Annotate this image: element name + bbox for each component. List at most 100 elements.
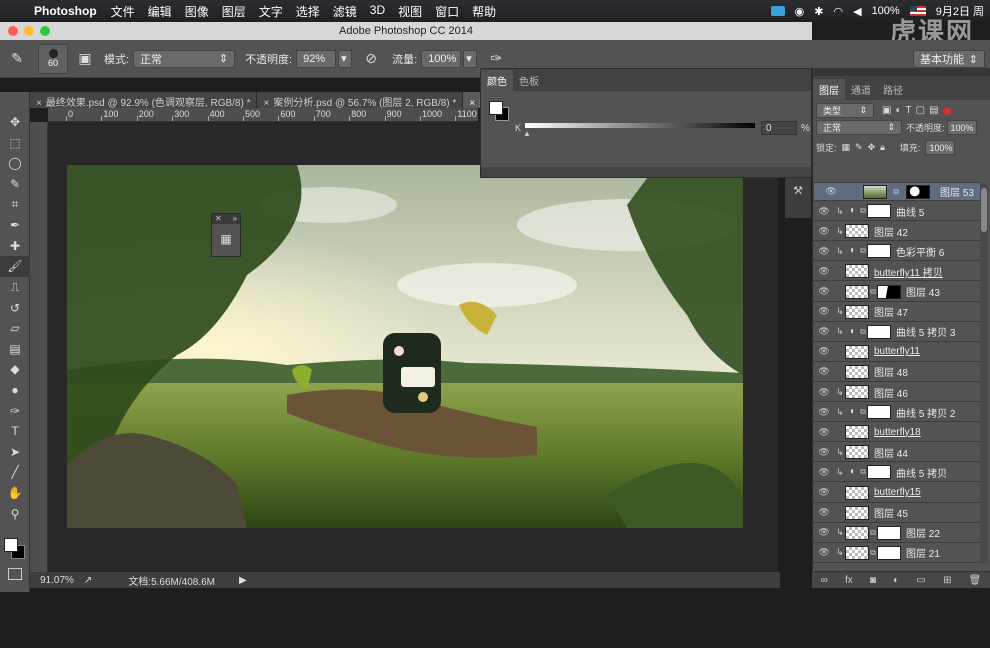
pressure-opacity-icon[interactable]: ⊘ bbox=[360, 48, 382, 70]
layer-row[interactable]: 👁︎ butterfly18 bbox=[813, 423, 981, 443]
layer-row[interactable]: 👁︎ ↳ ⧉ 图层 21 bbox=[813, 544, 981, 563]
mask-link-icon[interactable]: ⧉ bbox=[892, 187, 900, 197]
adjustment-filter-icon[interactable]: ◐ bbox=[895, 105, 901, 116]
layer-row[interactable]: 👁︎ 图层 45 bbox=[813, 504, 981, 523]
visibility-eye-icon[interactable]: 👁︎ bbox=[813, 487, 835, 498]
link-layers-icon[interactable]: ∞ bbox=[821, 575, 828, 586]
eraser-icon[interactable]: ▱ bbox=[0, 318, 30, 339]
color-panel-tab[interactable]: 颜色 bbox=[481, 70, 513, 91]
layer-thumbnail[interactable] bbox=[845, 545, 869, 560]
visibility-eye-icon[interactable]: 👁︎ bbox=[813, 346, 835, 357]
filter-toggle-icon[interactable] bbox=[942, 106, 951, 115]
layer-opacity-input[interactable]: 100% bbox=[946, 120, 977, 135]
lock-transparency-icon[interactable]: ▦ bbox=[842, 142, 851, 153]
flow-input[interactable]: 100% bbox=[421, 49, 462, 68]
layers-scrollbar-thumb[interactable] bbox=[981, 188, 987, 232]
healing-icon[interactable]: ✚ bbox=[0, 236, 30, 257]
share-icon[interactable]: ↗ bbox=[84, 575, 92, 586]
mask-link-icon[interactable]: ⧉ bbox=[869, 287, 877, 297]
layer-name[interactable]: butterfly11 拷贝 bbox=[874, 264, 943, 279]
layer-row[interactable]: 👁︎ 图层 48 bbox=[813, 363, 981, 382]
flow-dropdown[interactable]: ▾ bbox=[463, 49, 478, 68]
layer-name[interactable]: 图层 22 bbox=[906, 525, 940, 540]
canvas-area[interactable] bbox=[48, 122, 778, 572]
opacity-dropdown[interactable]: ▾ bbox=[338, 49, 353, 68]
layer-row[interactable]: 👁︎ ⧉ 图层 43 bbox=[813, 283, 981, 302]
type-filter-icon[interactable]: T bbox=[906, 105, 912, 116]
k-slider[interactable] bbox=[525, 123, 755, 128]
brush-preset-icon[interactable]: ✎ bbox=[6, 48, 28, 70]
layer-thumbnail[interactable] bbox=[862, 184, 887, 199]
visibility-eye-icon[interactable]: 👁︎ bbox=[813, 246, 835, 257]
adjustment-layer-icon[interactable]: ◐ bbox=[847, 205, 859, 217]
foreground-color-swatch[interactable] bbox=[4, 538, 18, 552]
layer-mask-thumbnail[interactable] bbox=[867, 405, 891, 420]
visibility-eye-icon[interactable]: 👁︎ bbox=[813, 507, 835, 518]
quick-mask-icon[interactable] bbox=[8, 568, 22, 580]
layer-mask-thumbnail[interactable] bbox=[867, 204, 891, 219]
smart-object-thumbnail[interactable] bbox=[845, 485, 869, 500]
type-icon[interactable]: T bbox=[0, 421, 30, 442]
creative-cloud-icon[interactable]: ◉ bbox=[795, 5, 805, 18]
eyedropper-icon[interactable]: ✒ bbox=[0, 215, 30, 236]
layer-name[interactable]: 图层 47 bbox=[874, 304, 908, 319]
layer-row[interactable]: 👁︎ ↳ ◐ ⧉ 曲线 5 拷贝 2 bbox=[813, 403, 981, 423]
menu-item[interactable]: 窗口 bbox=[435, 3, 459, 20]
layer-name[interactable]: 图层 48 bbox=[874, 364, 908, 379]
layer-mask-thumbnail[interactable] bbox=[877, 525, 901, 540]
blend-mode-select[interactable]: 正常 ⇕ bbox=[816, 120, 902, 135]
layer-row[interactable]: 👁︎ butterfly11 bbox=[813, 343, 981, 362]
layer-name[interactable]: butterfly11 bbox=[874, 346, 920, 357]
gradient-icon[interactable]: ▤ bbox=[0, 339, 30, 360]
mask-link-icon[interactable]: ⧉ bbox=[859, 246, 867, 256]
layer-thumbnail[interactable] bbox=[845, 284, 869, 299]
mask-link-icon[interactable]: ⧉ bbox=[859, 206, 867, 216]
layer-row[interactable]: 👁︎ ↳ 图层 44 bbox=[813, 443, 981, 463]
visibility-eye-icon[interactable]: 👁︎ bbox=[813, 366, 835, 377]
layer-filter-select[interactable]: 类型 ⇕ bbox=[816, 103, 874, 118]
layer-thumbnail[interactable] bbox=[845, 505, 869, 520]
visibility-eye-icon[interactable]: 👁︎ bbox=[813, 206, 835, 217]
layer-name[interactable]: 图层 44 bbox=[874, 445, 908, 460]
layer-row[interactable]: 👁︎ ↳ ◐ ⧉ 曲线 5 bbox=[813, 202, 981, 222]
brush-settings-icon[interactable]: ⚒ bbox=[785, 178, 811, 197]
document-tab[interactable]: × 案例分析.psd @ 56.7% (图层 2, RGB/8) * bbox=[257, 92, 464, 109]
smart-object-thumbnail[interactable] bbox=[845, 344, 869, 359]
k-value-input[interactable]: 0 bbox=[761, 121, 797, 135]
zoom-level[interactable]: 91.07% bbox=[40, 575, 74, 586]
layer-name[interactable]: 图层 43 bbox=[906, 284, 940, 299]
brush-panel-icon[interactable]: ▣ bbox=[74, 48, 96, 70]
layer-thumbnail[interactable] bbox=[845, 445, 869, 460]
menu-item[interactable]: 3D bbox=[370, 3, 385, 20]
layer-name[interactable]: 曲线 5 拷贝 bbox=[896, 465, 947, 480]
opacity-input[interactable]: 92% bbox=[296, 49, 337, 68]
layer-mask-thumbnail[interactable] bbox=[877, 545, 901, 560]
shape-icon[interactable]: ╱ bbox=[0, 462, 30, 483]
lock-pixels-icon[interactable]: ✎ bbox=[855, 142, 863, 153]
clone-source-icon[interactable]: ▦ bbox=[212, 224, 240, 246]
layer-row[interactable]: 👁︎ ⧉ 图层 53 bbox=[813, 182, 981, 201]
shape-filter-icon[interactable]: ▢ bbox=[916, 105, 925, 116]
visibility-eye-icon[interactable]: 👁︎ bbox=[813, 527, 835, 538]
layer-name[interactable]: butterfly18 bbox=[874, 427, 921, 438]
close-tab-icon[interactable]: × bbox=[36, 98, 42, 109]
layer-row[interactable]: 👁︎ ↳ 图层 42 bbox=[813, 222, 981, 242]
visibility-eye-icon[interactable]: 👁︎ bbox=[813, 407, 835, 418]
layer-name[interactable]: 曲线 5 拷贝 2 bbox=[896, 405, 955, 420]
visibility-eye-icon[interactable]: 👁︎ bbox=[813, 547, 835, 558]
visibility-eye-icon[interactable]: 👁︎ bbox=[813, 447, 835, 458]
lasso-icon[interactable]: ◯ bbox=[0, 153, 30, 174]
delete-layer-icon[interactable]: 🗑︎ bbox=[969, 575, 982, 586]
wifi-icon[interactable]: ◠ bbox=[833, 5, 843, 18]
layer-thumbnail[interactable] bbox=[845, 224, 869, 239]
visibility-eye-icon[interactable]: 👁︎ bbox=[813, 467, 835, 478]
status-menu-arrow-icon[interactable]: ▶ bbox=[239, 575, 247, 586]
dodge-icon[interactable]: ● bbox=[0, 380, 30, 401]
smart-object-thumbnail[interactable] bbox=[845, 425, 869, 440]
bluetooth-icon[interactable]: ✱ bbox=[814, 5, 823, 18]
layer-name[interactable]: 色彩平衡 6 bbox=[896, 244, 944, 259]
floating-mini-panel[interactable]: ✕ » ▦ bbox=[211, 213, 241, 257]
layer-row[interactable]: 👁︎ ↳ 图层 46 bbox=[813, 383, 981, 402]
lock-all-icon[interactable]: 🔒︎ bbox=[880, 142, 885, 153]
adjustment-layer-icon[interactable]: ◐ bbox=[847, 466, 859, 478]
